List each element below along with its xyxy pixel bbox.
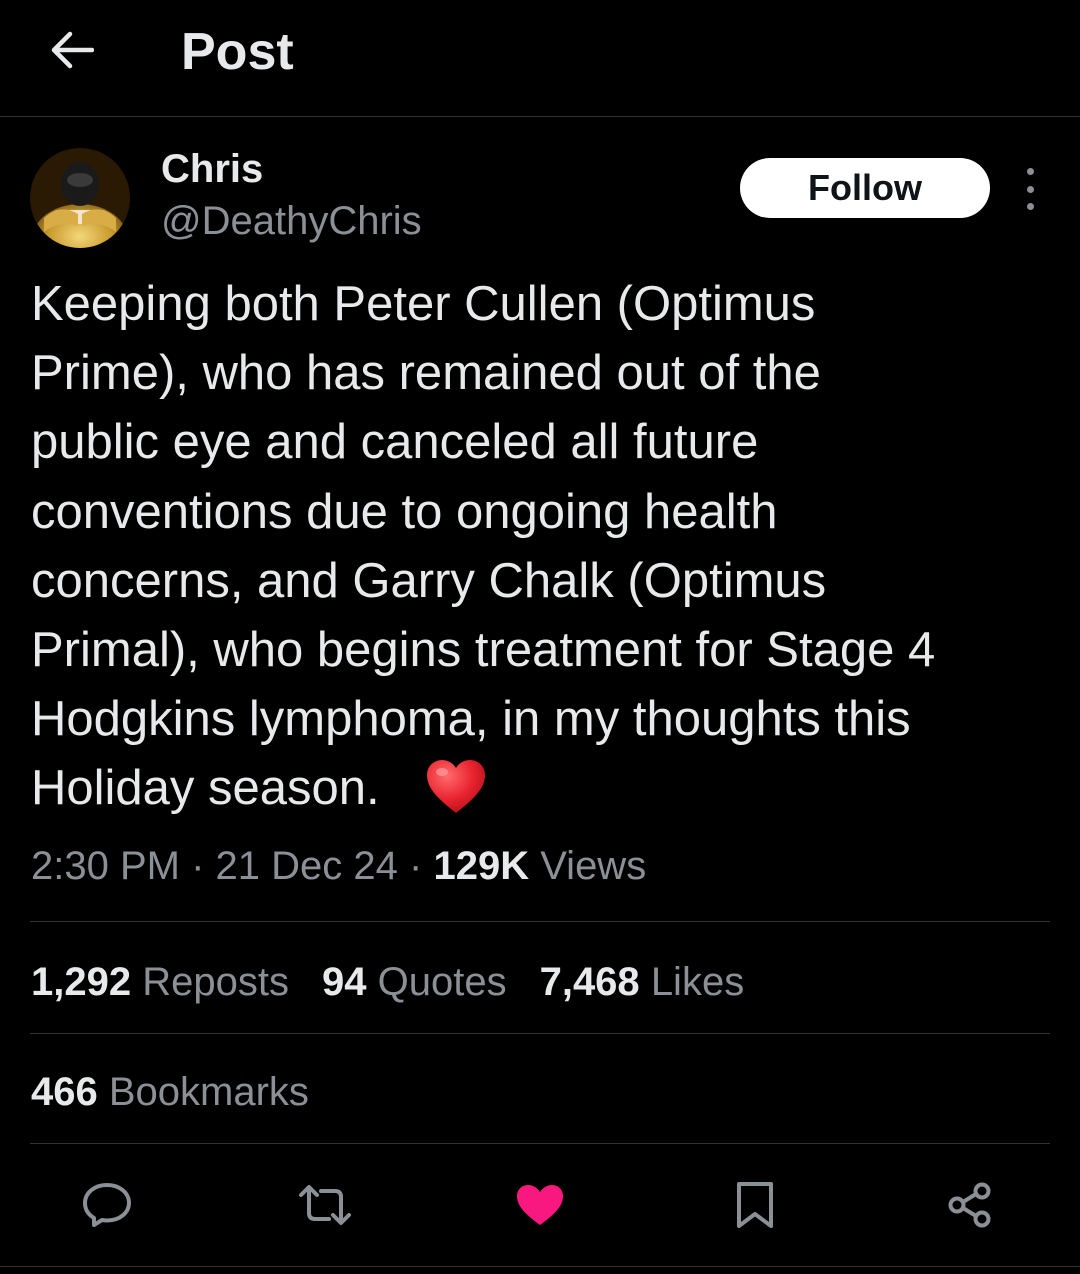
top-bar: Post bbox=[0, 0, 1080, 117]
reply-button[interactable] bbox=[72, 1170, 142, 1240]
reposts-label: Reposts bbox=[142, 960, 289, 1004]
divider bbox=[30, 1143, 1050, 1144]
avatar[interactable] bbox=[30, 148, 130, 248]
back-button[interactable] bbox=[40, 22, 104, 78]
more-vertical-icon bbox=[1026, 168, 1034, 175]
author-display-name[interactable]: Chris bbox=[161, 146, 263, 192]
bookmarks-count: 466 bbox=[31, 1070, 98, 1114]
bookmarks-stat[interactable]: 466 Bookmarks bbox=[31, 1064, 309, 1120]
red-heart-emoji bbox=[427, 760, 485, 813]
reply-icon bbox=[83, 1183, 131, 1227]
repost-button[interactable] bbox=[290, 1170, 360, 1240]
bookmark-icon bbox=[737, 1182, 773, 1228]
post-meta: 2:30 PM · 21 Dec 24 · 129K Views bbox=[31, 838, 646, 894]
engagement-stats: 1,292 Reposts 94 Quotes 7,468 Likes bbox=[31, 954, 777, 1010]
like-button[interactable] bbox=[505, 1170, 575, 1240]
bookmarks-label: Bookmarks bbox=[108, 1070, 309, 1114]
reposts-count: 1,292 bbox=[31, 960, 132, 1004]
likes-label: Likes bbox=[650, 960, 745, 1004]
bottom-divider bbox=[0, 1266, 1080, 1267]
quotes-label: Quotes bbox=[377, 960, 507, 1004]
views-label: Views bbox=[540, 844, 647, 888]
follow-button[interactable]: Follow bbox=[740, 158, 990, 218]
share-icon bbox=[948, 1182, 991, 1228]
meta-separator: · bbox=[191, 844, 205, 888]
author-handle[interactable]: @DeathyChris bbox=[161, 198, 422, 244]
likes-count: 7,468 bbox=[539, 960, 640, 1004]
repost-icon bbox=[299, 1185, 351, 1225]
gold-ranger-avatar bbox=[30, 148, 130, 248]
heart-icon bbox=[517, 1185, 563, 1225]
views-count: 129K bbox=[433, 844, 530, 888]
bookmark-button[interactable] bbox=[720, 1170, 790, 1240]
reposts-stat[interactable]: 1,292 Reposts bbox=[31, 954, 289, 1010]
post-date: 21 Dec 24 bbox=[215, 844, 398, 888]
divider bbox=[30, 921, 1050, 922]
arrow-left-icon bbox=[51, 31, 94, 69]
quotes-stat[interactable]: 94 Quotes bbox=[322, 954, 507, 1010]
post-text: Keeping both Peter Cullen (Optimus Prime… bbox=[31, 277, 936, 816]
more-options-button[interactable] bbox=[1012, 168, 1048, 210]
share-button[interactable] bbox=[935, 1170, 1005, 1240]
post-time: 2:30 PM bbox=[31, 844, 180, 888]
likes-stat[interactable]: 7,468 Likes bbox=[540, 954, 745, 1010]
divider bbox=[30, 1033, 1050, 1034]
meta-separator: · bbox=[409, 844, 423, 888]
action-bar bbox=[0, 1170, 1080, 1240]
quotes-count: 94 bbox=[321, 960, 367, 1004]
page-title: Post bbox=[181, 23, 294, 81]
